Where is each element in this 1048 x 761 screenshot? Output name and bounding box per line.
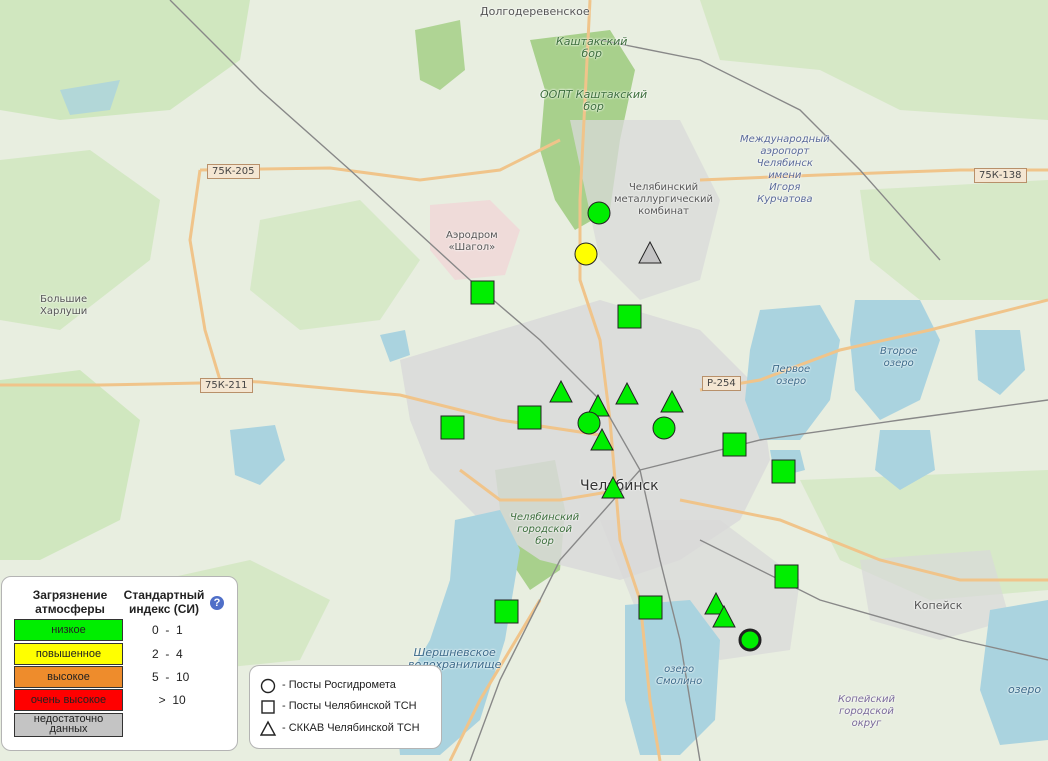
legend-row-label: - Посты Росгидромета — [282, 679, 396, 691]
level-elevated: повышенное — [14, 643, 123, 665]
station-marker-square[interactable] — [774, 564, 800, 594]
station-square — [617, 304, 642, 329]
place-label: Челябинский городской бор — [510, 512, 580, 547]
station-square — [494, 599, 519, 624]
level-very-high: очень высокое — [14, 689, 123, 711]
station-triangle — [660, 389, 684, 413]
level-nodata: недостаточно данных — [14, 713, 123, 737]
place-label: озеро Смолино — [656, 664, 703, 687]
station-marker-triangle[interactable] — [601, 475, 625, 504]
posts-legend: - Посты Росгидромета - Посты Челябинской… — [249, 665, 442, 749]
range-elevated: 2 - 4 — [152, 647, 183, 661]
station-marker-circle[interactable] — [586, 200, 612, 230]
place-label: Большие Харлуши — [40, 294, 88, 317]
station-marker-triangle[interactable] — [712, 604, 736, 633]
legend-row-label: - Посты Челябинской ТСН — [282, 700, 417, 712]
pollution-legend: Загрязнение атмосферы Стандартный индекс… — [1, 576, 238, 751]
station-marker-triangle[interactable] — [590, 427, 614, 456]
station-marker-circle[interactable] — [737, 627, 763, 657]
station-marker-square[interactable] — [440, 415, 466, 445]
place-label: Второе озеро — [880, 346, 918, 369]
station-marker-circle[interactable] — [651, 415, 677, 445]
place-label: Первое озеро — [772, 364, 811, 387]
station-circle — [738, 628, 762, 652]
station-triangle — [549, 379, 573, 403]
station-marker-square[interactable] — [494, 599, 520, 629]
station-circle — [652, 416, 676, 440]
place-label: ООПТ Каштакский бор — [540, 88, 648, 113]
place-label: озеро — [1008, 683, 1042, 696]
station-marker-square[interactable] — [722, 432, 748, 462]
level-high: высокое — [14, 666, 123, 688]
place-label: Челябинский металлургический комбинат — [614, 182, 714, 217]
station-marker-square[interactable] — [771, 459, 797, 489]
station-square — [470, 280, 495, 305]
station-marker-circle[interactable] — [573, 241, 599, 271]
station-triangle — [615, 381, 639, 405]
station-marker-triangle[interactable] — [638, 240, 662, 269]
station-triangle — [712, 604, 736, 628]
station-square — [774, 564, 799, 589]
station-marker-square[interactable] — [638, 595, 664, 625]
station-circle — [587, 201, 611, 225]
place-label: Долгодеревенское — [480, 5, 590, 18]
place-label: Копейский городской округ — [838, 694, 895, 729]
place-label: Аэродром «Шагол» — [446, 230, 498, 253]
station-square — [638, 595, 663, 620]
place-label: Копейск — [914, 599, 963, 612]
level-low: низкое — [14, 619, 123, 641]
station-triangle — [601, 475, 625, 499]
station-marker-triangle[interactable] — [615, 381, 639, 410]
road-shield: 75К-138 — [974, 168, 1027, 183]
square-icon — [261, 700, 275, 714]
station-square — [440, 415, 465, 440]
road-shield: Р-254 — [702, 376, 741, 391]
station-marker-triangle[interactable] — [660, 389, 684, 418]
legend-title: Загрязнение атмосферы — [32, 588, 108, 616]
legend-row-label: - СККАВ Челябинской ТСН — [282, 722, 420, 734]
station-marker-triangle[interactable] — [549, 379, 573, 408]
station-triangle — [638, 240, 662, 264]
help-icon[interactable]: ? — [210, 596, 224, 610]
road-shield: 75К-205 — [207, 164, 260, 179]
triangle-icon — [260, 720, 277, 736]
place-label: Каштакский бор — [556, 35, 628, 60]
station-square — [722, 432, 747, 457]
station-marker-square[interactable] — [470, 280, 496, 310]
road-shield: 75К-211 — [200, 378, 253, 393]
station-triangle — [590, 427, 614, 451]
circle-icon — [260, 678, 276, 694]
station-square — [517, 405, 542, 430]
station-marker-square[interactable] — [517, 405, 543, 435]
range-low: 0 - 1 — [152, 623, 183, 637]
station-circle — [574, 242, 598, 266]
range-high: 5 - 10 — [152, 670, 190, 684]
range-very-high: > 10 — [142, 693, 186, 707]
station-square — [771, 459, 796, 484]
index-title: Стандартный индекс (СИ) — [123, 588, 205, 616]
place-label: Международный аэропорт Челябинск имени И… — [740, 134, 830, 205]
station-marker-square[interactable] — [617, 304, 643, 334]
